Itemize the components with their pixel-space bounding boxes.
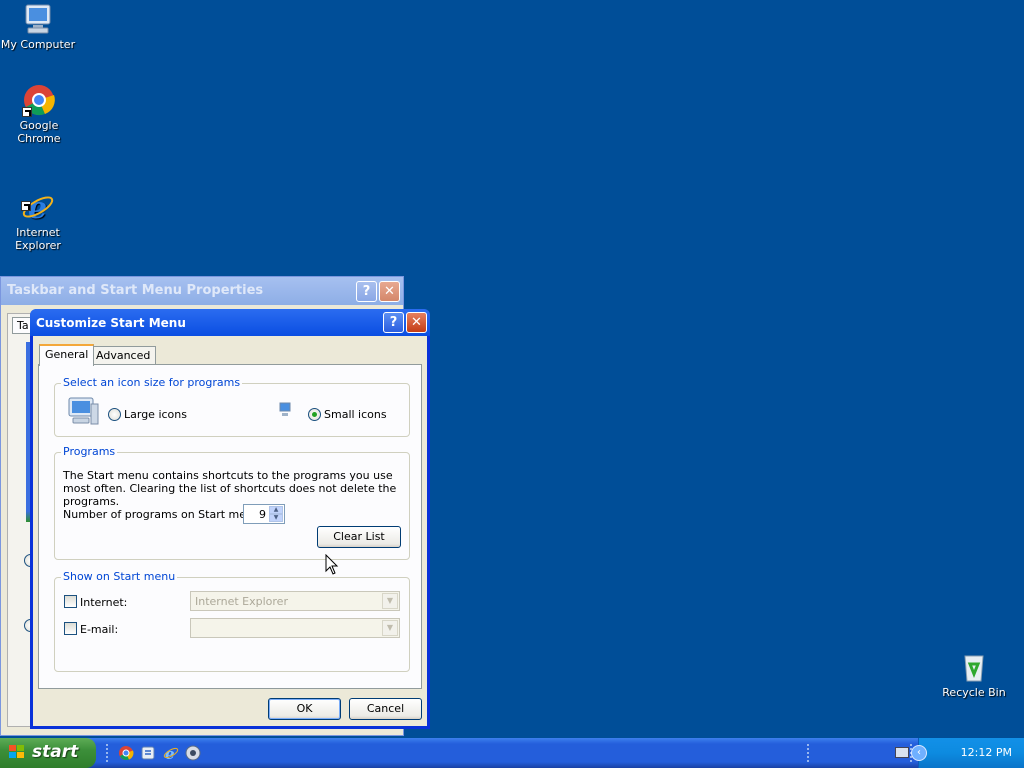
close-button[interactable]: ✕: [379, 281, 400, 302]
small-monitor-icon: [279, 402, 291, 418]
start-button[interactable]: start: [0, 738, 96, 768]
mouse-cursor-icon: [325, 553, 339, 576]
desktop-icon-recycle-bin[interactable]: Recycle Bin: [934, 650, 1014, 699]
clear-list-button[interactable]: Clear List: [317, 526, 401, 548]
dialog-title: Customize Start Menu: [30, 309, 430, 336]
internet-explorer-icon: e: [21, 177, 55, 226]
large-monitor-icon: [67, 396, 99, 426]
desktop-icon-label: Internet Explorer: [15, 226, 61, 252]
large-icons-label: Large icons: [124, 408, 187, 421]
tab-advanced[interactable]: Advanced: [90, 346, 157, 365]
ok-button[interactable]: OK: [268, 698, 341, 720]
chrome-icon[interactable]: [118, 745, 134, 761]
desktop-icon-label: Recycle Bin: [942, 686, 1006, 699]
desktop-icon-label: Google Chrome: [17, 119, 61, 145]
help-button[interactable]: ?: [356, 281, 377, 302]
shortcut-arrow-icon: [21, 201, 31, 211]
program-count-label: Number of programs on Start menu:: [63, 508, 264, 521]
spin-down-icon[interactable]: ▼: [269, 514, 283, 522]
internet-checkbox[interactable]: [64, 595, 77, 608]
desktop-icon-internet-explorer[interactable]: e Internet Explorer: [0, 164, 78, 252]
group-label: Show on Start menu: [61, 570, 178, 583]
desktop-icon-my-computer[interactable]: My Computer: [0, 2, 78, 51]
dialog-client: General Advanced Select an icon size for…: [33, 336, 427, 726]
my-computer-icon: [21, 2, 55, 36]
explorer-icon[interactable]: [140, 745, 156, 761]
internet-explorer-icon[interactable]: e: [163, 745, 179, 763]
start-label: start: [32, 742, 79, 762]
desktop-icon-google-chrome[interactable]: Google Chrome: [0, 83, 79, 145]
chevron-down-icon[interactable]: ▼: [382, 620, 398, 636]
taskbar-grip[interactable]: [807, 744, 810, 762]
internet-browser-value: Internet Explorer: [195, 595, 288, 608]
keyboard-icon[interactable]: [895, 747, 909, 758]
group-label: Select an icon size for programs: [61, 376, 243, 389]
shortcut-arrow-icon: [22, 107, 32, 117]
email-label: E-mail:: [80, 623, 119, 636]
clock[interactable]: 12:12 PM: [961, 746, 1012, 759]
group-label: Programs: [61, 445, 118, 458]
recycle-bin-icon: [957, 650, 991, 684]
taskbar: start e ‹ 12:12 PM: [0, 738, 1024, 768]
email-checkbox[interactable]: [64, 622, 77, 635]
program-count-value: 9: [259, 508, 266, 521]
taskbar-grip[interactable]: [106, 744, 109, 762]
help-button[interactable]: ?: [383, 312, 404, 333]
windows-logo-icon: [9, 745, 27, 761]
small-icons-radio[interactable]: [308, 408, 321, 421]
program-count-stepper[interactable]: 9 ▲ ▼: [243, 504, 285, 524]
cancel-button[interactable]: Cancel: [349, 698, 422, 720]
customize-start-menu-dialog: Customize Start Menu ? ✕ General Advance…: [30, 309, 430, 729]
small-icons-label: Small icons: [324, 408, 387, 421]
email-client-select[interactable]: ▼: [190, 618, 400, 638]
tab-general[interactable]: General: [39, 344, 95, 366]
icon-size-group: Select an icon size for programs Large i…: [54, 376, 410, 437]
internet-browser-select[interactable]: Internet Explorer ▼: [190, 591, 400, 611]
programs-group: Programs The Start menu contains shortcu…: [54, 445, 410, 560]
general-tab-panel: Select an icon size for programs Large i…: [38, 364, 422, 689]
media-icon[interactable]: [185, 745, 201, 761]
show-on-start-group: Show on Start menu Internet: Internet Ex…: [54, 570, 410, 672]
programs-description: The Start menu contains shortcuts to the…: [63, 469, 397, 508]
spin-up-icon[interactable]: ▲: [269, 506, 283, 514]
large-icons-radio[interactable]: [108, 408, 121, 421]
chevron-down-icon[interactable]: ▼: [382, 593, 398, 609]
close-button[interactable]: ✕: [406, 312, 427, 333]
chrome-icon: [22, 83, 56, 117]
system-tray: ‹ 12:12 PM: [895, 738, 1024, 768]
chevron-left-icon[interactable]: ‹: [911, 745, 927, 761]
window-title: Taskbar and Start Menu Properties: [1, 277, 403, 305]
desktop-icon-label: My Computer: [0, 38, 76, 51]
internet-label: Internet:: [80, 596, 128, 609]
